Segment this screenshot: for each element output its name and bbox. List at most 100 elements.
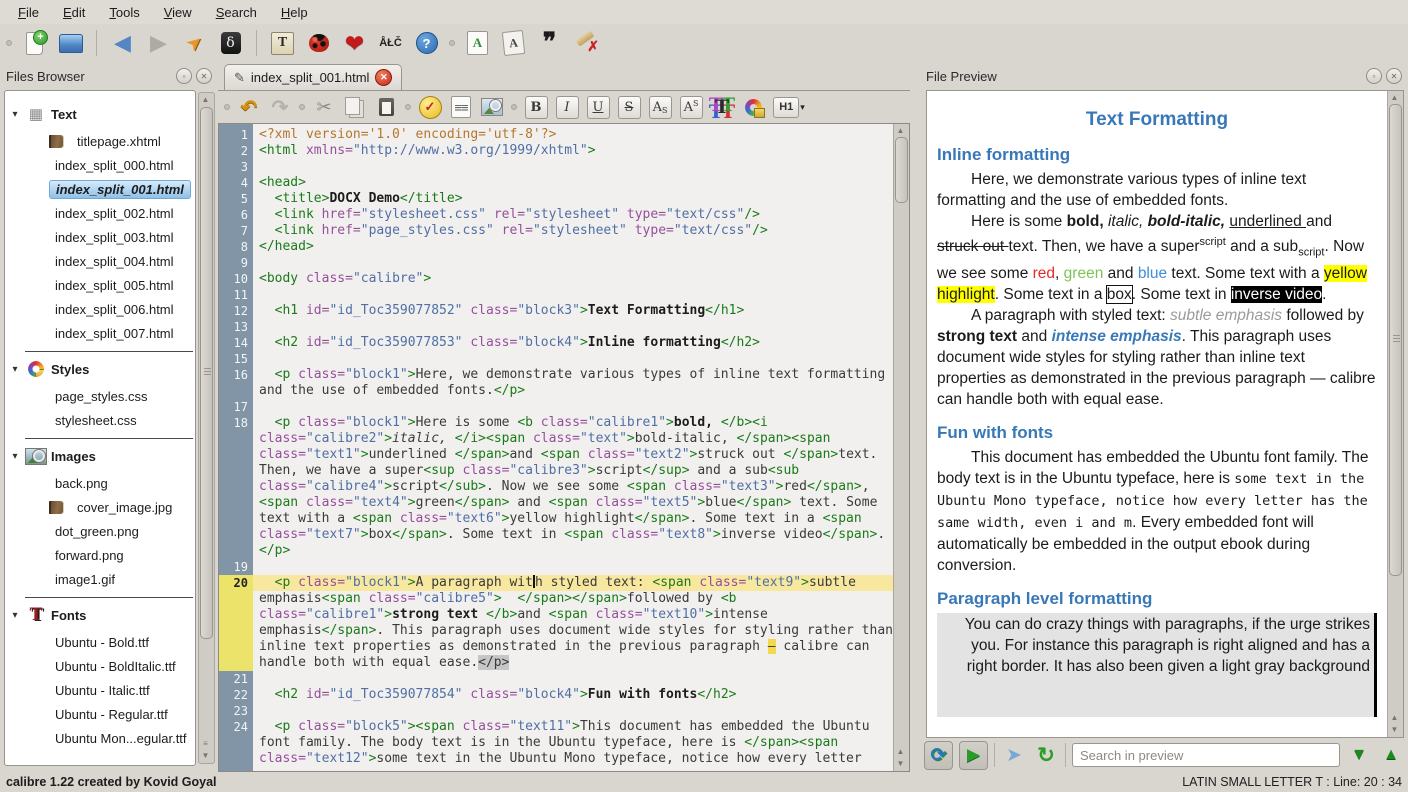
code-line[interactable]: 11 — [219, 287, 894, 303]
scroll-up-icon[interactable]: ▲ — [199, 95, 212, 105]
code-line[interactable]: 14 <h2 id="id_Toc359077853" class="block… — [219, 335, 894, 351]
code-editor[interactable]: 1<?xml version='1.0' encoding='utf-8'?>2… — [218, 123, 910, 772]
scrollbar-thumb[interactable] — [1389, 104, 1402, 576]
file-item[interactable]: index_split_007.html — [5, 321, 195, 345]
font-tile-icon[interactable]: T — [269, 30, 296, 57]
help-icon[interactable]: ? — [413, 30, 440, 57]
redo-icon[interactable]: ↷ — [268, 95, 292, 119]
code-line[interactable]: 17 — [219, 399, 894, 415]
file-item[interactable]: stylesheet.css — [5, 408, 195, 432]
menu-view[interactable]: View — [152, 3, 204, 22]
file-item[interactable]: index_split_001.html — [5, 177, 195, 201]
chevron-down-icon[interactable]: ▾ — [5, 364, 25, 375]
chevron-down-icon[interactable]: ▾ — [5, 451, 25, 462]
menu-help[interactable]: Help — [269, 3, 320, 22]
chevron-down-icon[interactable]: ▾ — [5, 109, 25, 120]
scroll-down-icon[interactable]: ▼ — [1388, 725, 1401, 735]
scroll-up-icon[interactable]: ▲ — [1388, 93, 1401, 103]
spellcheck-icon[interactable]: A — [464, 30, 491, 57]
italic-button[interactable]: I — [555, 95, 579, 119]
code-line[interactable]: 15 — [219, 351, 894, 367]
run-icon[interactable]: ▶ — [959, 741, 988, 770]
menu-search[interactable]: Search — [204, 3, 269, 22]
down-icon[interactable]: ▼ — [1346, 742, 1372, 768]
pin-icon[interactable]: ➤ — [181, 30, 208, 57]
file-item[interactable]: image1.gif — [5, 567, 195, 591]
scrollbar-thumb[interactable] — [895, 137, 908, 203]
code-line[interactable]: 12 <h1 id="id_Toc359077852" class="block… — [219, 303, 894, 319]
code-line[interactable]: 1<?xml version='1.0' encoding='utf-8'?> — [219, 127, 894, 143]
code-line[interactable]: 5 <title>DOCX Demo</title> — [219, 191, 894, 207]
file-item[interactable]: index_split_002.html — [5, 201, 195, 225]
superscript-button[interactable]: A — [679, 95, 703, 119]
quotes-icon[interactable]: ❞ — [536, 30, 563, 57]
paste-icon[interactable] — [374, 95, 398, 119]
file-item[interactable]: Ubuntu - BoldItalic.ttf — [5, 654, 195, 678]
code-line[interactable]: 24 <p class="block5"><span class="text11… — [219, 719, 894, 767]
section-text[interactable]: ▾▦Text — [5, 101, 195, 127]
bold-button[interactable]: B — [524, 95, 548, 119]
code-line[interactable]: 9 — [219, 255, 894, 271]
compare-icon[interactable]: A — [500, 30, 527, 57]
file-item[interactable]: index_split_005.html — [5, 273, 195, 297]
back-icon[interactable]: ◀ — [109, 30, 136, 57]
ladybug-icon[interactable] — [305, 30, 332, 57]
file-item[interactable]: index_split_003.html — [5, 225, 195, 249]
menu-edit[interactable]: Edit — [51, 3, 97, 22]
scroll-down-icon[interactable]: ▼ — [894, 759, 907, 769]
beautify-icon[interactable]: ≡≡ — [449, 95, 473, 119]
new-file-icon[interactable]: + — [21, 30, 48, 57]
files-browser-scrollbar[interactable]: ▲ ≡ ▼ — [198, 92, 215, 764]
subscript-button[interactable]: A — [648, 95, 672, 119]
tab-close-icon[interactable]: ✕ — [375, 69, 392, 86]
up-icon[interactable]: ▲ — [1378, 742, 1404, 768]
code-line[interactable]: 21 — [219, 671, 894, 687]
checkpoint-icon[interactable]: δ — [217, 30, 244, 57]
special-chars-icon[interactable]: ÅŁČ — [377, 30, 404, 57]
code-line[interactable]: 22 <h2 id="id_Toc359077854" class="block… — [219, 687, 894, 703]
code-line[interactable]: 7 <link href="page_styles.css" rel="styl… — [219, 223, 894, 239]
file-item[interactable]: Ubuntu - Bold.ttf — [5, 630, 195, 654]
scrollbar-thumb[interactable] — [200, 107, 213, 639]
code-line[interactable]: 23 — [219, 703, 894, 719]
donate-icon[interactable]: ❤ — [341, 30, 368, 57]
underline-button[interactable]: U — [586, 95, 610, 119]
file-item[interactable]: forward.png — [5, 543, 195, 567]
file-item[interactable]: index_split_004.html — [5, 249, 195, 273]
reload-icon[interactable]: ↻ — [1033, 742, 1059, 768]
file-item[interactable]: cover_image.jpg — [5, 495, 195, 519]
code-line[interactable]: 2<html xmlns="http://www.w3.org/1999/xht… — [219, 143, 894, 159]
file-item[interactable]: index_split_006.html — [5, 297, 195, 321]
menu-file[interactable]: File — [6, 3, 51, 22]
section-images[interactable]: ▾Images — [5, 443, 195, 469]
file-item[interactable]: page_styles.css — [5, 384, 195, 408]
code-line[interactable]: 3 — [219, 159, 894, 175]
textcolor-icon[interactable]: T — [710, 95, 734, 119]
scroll-up-icon[interactable]: ▲ — [894, 126, 907, 136]
section-fonts[interactable]: ▾TFonts — [5, 602, 195, 628]
float-panel-icon[interactable]: ▫ — [1366, 68, 1382, 84]
file-item[interactable]: back.png — [5, 471, 195, 495]
strike-button[interactable]: S — [617, 95, 641, 119]
chevron-down-icon[interactable]: ▾ — [5, 610, 25, 621]
undo-icon[interactable]: ↶ — [237, 95, 261, 119]
file-item[interactable]: index_split_000.html — [5, 153, 195, 177]
heading-button[interactable]: H1 — [772, 95, 806, 119]
scroll-down-icon[interactable]: ▼ — [199, 751, 212, 761]
section-styles[interactable]: ▾Styles — [5, 356, 195, 382]
close-panel-icon[interactable]: ✕ — [196, 68, 212, 84]
file-item[interactable]: dot_green.png — [5, 519, 195, 543]
preview-search-input[interactable] — [1072, 743, 1340, 767]
forward-icon[interactable]: ▶ — [145, 30, 172, 57]
float-panel-icon[interactable]: ▫ — [176, 68, 192, 84]
scroll-up-small-icon[interactable]: ▲ — [1388, 713, 1401, 723]
code-line[interactable]: 4<head> — [219, 175, 894, 191]
code-line[interactable]: 18 <p class="block1">Here is some <b cla… — [219, 415, 894, 559]
htmlcheck-icon[interactable]: ✓ — [418, 95, 442, 119]
code-line[interactable]: 10<body class="calibre"> — [219, 271, 894, 287]
file-item[interactable]: Ubuntu - Italic.ttf — [5, 678, 195, 702]
sync-icon[interactable]: ➤ — [1001, 742, 1027, 768]
image-icon[interactable] — [480, 95, 504, 119]
code-line[interactable]: 8</head> — [219, 239, 894, 255]
file-item[interactable]: Ubuntu Mon...egular.ttf — [5, 726, 195, 750]
